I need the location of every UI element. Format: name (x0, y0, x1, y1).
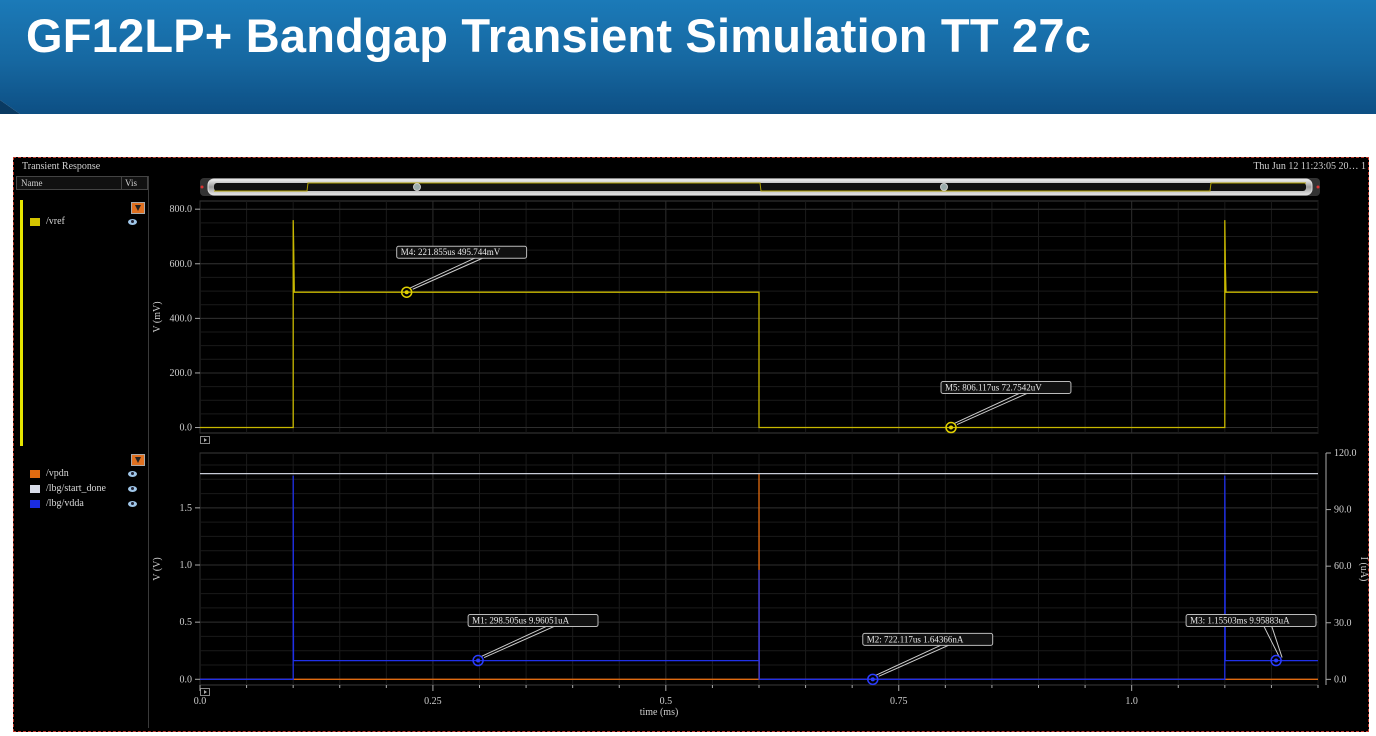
marker-point-center (404, 290, 409, 295)
right-y-tick-label: 60.0 (1334, 561, 1352, 572)
y-tick-label: 0.5 (180, 617, 193, 628)
bottom-strip-plot: 0.0 0.5 1.0 1.5 V (V) 0.0 30.0 60.0 90.0 120.0 I (… (152, 448, 1369, 718)
right-y-axis-label: I (uA) (1358, 557, 1369, 582)
y-tick-label: 400.0 (170, 313, 193, 324)
x-tick-label: 0.5 (660, 696, 673, 707)
marker-label: M1: 298.505us 9.96051uA (472, 616, 570, 626)
marker-label: M4: 221.855us 495.744mV (401, 247, 501, 257)
marker-label: M3: 1.15503ms 9.95883uA (1190, 616, 1290, 626)
y-tick-label: 600.0 (170, 259, 193, 270)
marker-label: M5: 806.117us 72.7542uV (945, 383, 1042, 393)
right-y-tick-label: 30.0 (1334, 618, 1352, 629)
waveform-chart: 0.0 200.0 400.0 600.0 800.0 V (mV) M4: 221.855… (152, 200, 1369, 718)
y-axis-label: V (V) (152, 557, 163, 580)
marker-point-center (870, 677, 875, 682)
y-tick-label: 200.0 (170, 368, 193, 379)
right-y-tick-label: 0.0 (1334, 674, 1347, 685)
y-tick-label: 0.0 (180, 674, 193, 685)
marker-point-center (1274, 658, 1279, 663)
right-y-tick-label: 120.0 (1334, 448, 1357, 459)
x-tick-label: 1.0 (1125, 696, 1138, 707)
y-tick-label: 1.0 (180, 560, 193, 571)
y-tick-label: 1.5 (180, 503, 193, 514)
y-tick-label: 0.0 (180, 423, 193, 434)
marker-point-center (476, 658, 481, 663)
top-strip-plot: 0.0 200.0 400.0 600.0 800.0 V (mV) M4: 221.855… (152, 200, 1319, 434)
y-axis-label: V (mV) (152, 301, 163, 332)
x-tick-label: 0.75 (890, 696, 908, 707)
y-tick-label: 800.0 (170, 204, 193, 215)
x-tick-label: 0.0 (194, 696, 207, 707)
x-tick-label: 0.25 (424, 696, 442, 707)
right-y-tick-label: 90.0 (1334, 505, 1352, 516)
marker-point-center (949, 425, 954, 430)
x-axis-label: time (ms) (640, 707, 679, 718)
marker-label: M2: 722.117us 1.64366nA (867, 634, 964, 644)
